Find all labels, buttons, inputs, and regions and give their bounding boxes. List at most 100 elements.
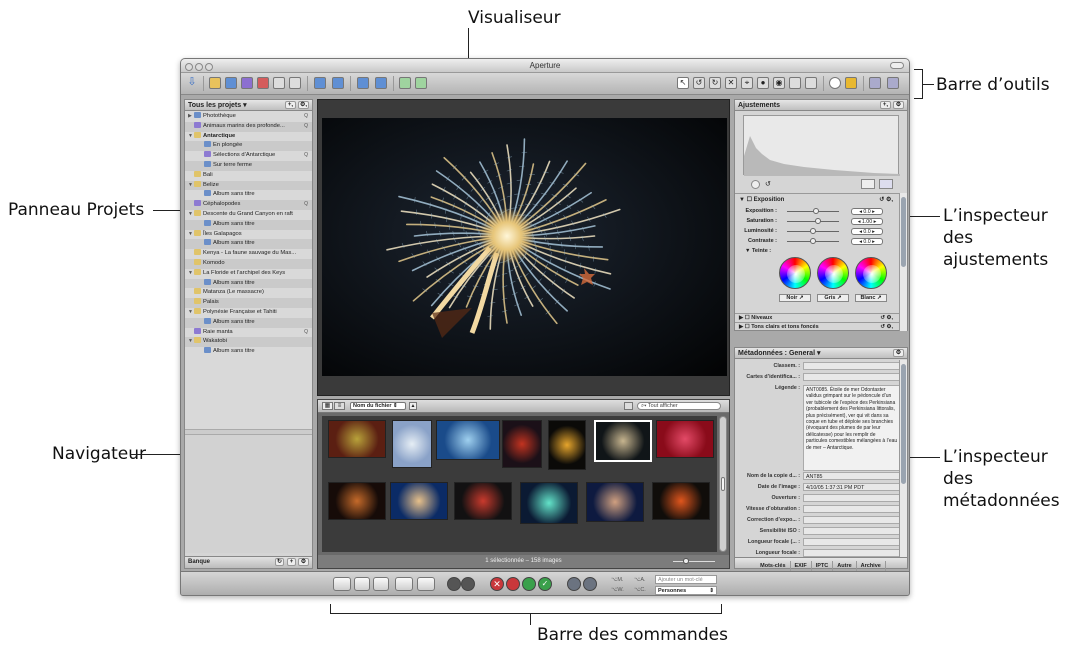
thumbnail[interactable] bbox=[548, 420, 586, 470]
shadows-gear-icon[interactable]: ↺ ⚙, bbox=[880, 323, 893, 332]
close-button[interactable] bbox=[185, 63, 193, 71]
reject-icon[interactable]: ✕ bbox=[490, 577, 504, 591]
browser-search-input[interactable]: ⌕▾ Tout afficher bbox=[637, 402, 721, 410]
project-tree-item[interactable]: Animaux marins des profonde... Q bbox=[185, 121, 312, 132]
project-tree-item[interactable]: Album sans titre bbox=[185, 278, 312, 289]
metadata-value-field[interactable] bbox=[803, 549, 903, 557]
project-tree-item[interactable]: Palais bbox=[185, 298, 312, 308]
thumbnail[interactable] bbox=[502, 420, 542, 468]
metadata-value-field[interactable] bbox=[803, 505, 903, 513]
compare-icon[interactable] bbox=[332, 77, 344, 89]
levels-section-header[interactable]: ▶ ☐ Niveaux ↺ ⚙, bbox=[735, 313, 899, 322]
loupe-icon[interactable] bbox=[829, 77, 841, 89]
adjustments-scrollbar[interactable] bbox=[899, 193, 907, 331]
exposure-section-header[interactable]: ▼ ☐ Exposition ↺ ⚙, bbox=[735, 195, 899, 205]
fullscreen-button[interactable] bbox=[395, 577, 413, 591]
project-tree-item[interactable]: Sur terre ferme bbox=[185, 160, 312, 171]
black-tint-wheel[interactable] bbox=[779, 257, 811, 289]
project-tree-item[interactable]: Raie manta Q bbox=[185, 327, 312, 338]
smart-settings-icon[interactable]: Q bbox=[304, 328, 308, 338]
thumbnail[interactable] bbox=[652, 482, 710, 520]
rotate-right-tool-icon[interactable]: ↻ bbox=[709, 77, 721, 89]
project-tree-item[interactable]: Album sans titre bbox=[185, 239, 312, 250]
smart-settings-icon[interactable]: Q bbox=[304, 151, 308, 161]
next-icon[interactable] bbox=[583, 577, 597, 591]
lift-tool-icon[interactable] bbox=[789, 77, 801, 89]
thumbnail[interactable] bbox=[392, 420, 432, 468]
thumbnail-size-knob[interactable] bbox=[683, 558, 689, 564]
add-button[interactable]: +, bbox=[285, 101, 296, 109]
stack-icon[interactable] bbox=[314, 77, 326, 89]
smart-settings-icon[interactable]: Q bbox=[304, 200, 308, 210]
toolbar-toggle-button[interactable] bbox=[890, 62, 904, 69]
new-album-icon[interactable] bbox=[225, 77, 237, 89]
project-tree-item[interactable]: Album sans titre bbox=[185, 347, 312, 357]
exposure-gear-icon[interactable]: ↺ ⚙, bbox=[879, 195, 893, 205]
project-tree-item[interactable]: ▼ Wakatobi bbox=[185, 337, 312, 348]
add-keyword-input[interactable]: Ajouter un mot-clé bbox=[655, 575, 717, 584]
metadata-value-field[interactable]: ANT85 bbox=[803, 472, 903, 480]
new-project-icon[interactable] bbox=[209, 77, 221, 89]
select-icon[interactable]: ✓ bbox=[538, 577, 552, 591]
new-light-table-icon[interactable] bbox=[273, 77, 285, 89]
rotate-left-tool-icon[interactable]: ↺ bbox=[693, 77, 705, 89]
black-eyedropper-button[interactable]: Noir ↗ bbox=[779, 294, 811, 302]
project-tree-item[interactable]: ▼ Descente du Grand Canyon en raft bbox=[185, 209, 312, 220]
project-tree-item[interactable]: Matanza (Le massacre) bbox=[185, 288, 312, 298]
grid-view-button[interactable]: ▦ bbox=[322, 402, 333, 410]
project-tree-item[interactable]: Album sans titre bbox=[185, 317, 312, 328]
vault-gear-icon[interactable]: ⚙ bbox=[298, 558, 309, 566]
thumbnail[interactable] bbox=[328, 420, 386, 458]
caption-field[interactable]: ANT0085. Étoile de mer Odontaster validu… bbox=[803, 385, 901, 471]
rotate-icon[interactable] bbox=[357, 77, 369, 89]
white-tint-wheel[interactable] bbox=[855, 257, 887, 289]
light-table-icon[interactable] bbox=[845, 77, 857, 89]
gray-tint-wheel[interactable] bbox=[817, 257, 849, 289]
white-eyedropper-button[interactable]: Blanc ↗ bbox=[855, 294, 887, 302]
thumbnail[interactable] bbox=[328, 482, 386, 520]
add-adjustment-button[interactable]: +, bbox=[880, 101, 891, 109]
rotate-right-button[interactable] bbox=[461, 577, 475, 591]
vault-add-icon[interactable]: + bbox=[287, 558, 296, 566]
adjustment-slider[interactable] bbox=[787, 228, 839, 234]
project-tree-item[interactable]: Sélections d’Antarctique Q bbox=[185, 151, 312, 161]
project-tree-item[interactable]: ▼ Polynésie Française et Tahiti bbox=[185, 307, 312, 318]
crop-tool-icon[interactable]: ⌖ bbox=[741, 77, 753, 89]
rotate-left-button[interactable] bbox=[447, 577, 461, 591]
project-tree-item[interactable]: ▶ Photothèque Q bbox=[185, 112, 312, 122]
email-icon[interactable] bbox=[399, 77, 411, 89]
thumbnail[interactable] bbox=[390, 482, 448, 520]
new-book-icon[interactable] bbox=[257, 77, 269, 89]
project-tree-item[interactable]: ▼ Belize bbox=[185, 180, 312, 191]
project-tree-item[interactable]: ▼ Antarctique bbox=[185, 131, 312, 142]
adjustment-value-field[interactable]: ◂ 0.0 ▸ bbox=[851, 228, 883, 235]
project-tree-item[interactable]: ▼ Îles Galapagos bbox=[185, 229, 312, 240]
thumbnail[interactable] bbox=[454, 482, 512, 520]
adjustments-gear-icon[interactable]: ⚙ bbox=[893, 101, 904, 109]
split-mode-button[interactable] bbox=[373, 577, 389, 591]
slider-knob[interactable] bbox=[815, 218, 822, 224]
previous-icon[interactable] bbox=[567, 577, 581, 591]
thumbnail[interactable] bbox=[436, 420, 500, 460]
sort-direction-button[interactable]: ▲ bbox=[409, 402, 417, 410]
auto-levels-icon[interactable] bbox=[861, 179, 875, 189]
thumbnail[interactable] bbox=[586, 482, 644, 522]
metadata-scroll-thumb[interactable] bbox=[901, 364, 906, 484]
metadata-value-field[interactable] bbox=[803, 373, 903, 381]
list-view-button[interactable]: ≡ bbox=[334, 402, 345, 410]
thumbnail-size-slider[interactable] bbox=[673, 561, 715, 562]
stamp-tool-icon[interactable] bbox=[805, 77, 817, 89]
selection-tool-icon[interactable]: ↖ bbox=[677, 77, 689, 89]
sort-dropdown[interactable]: Nom du fichier ⇕ bbox=[350, 402, 406, 410]
adjustment-slider[interactable] bbox=[787, 238, 839, 244]
adjustment-slider[interactable] bbox=[787, 208, 839, 214]
minimize-button[interactable] bbox=[195, 63, 203, 71]
browser-scrollbar[interactable] bbox=[719, 416, 727, 552]
viewer-mode-button[interactable] bbox=[333, 577, 351, 591]
browser-mode-button[interactable] bbox=[354, 577, 370, 591]
thumbnail[interactable] bbox=[520, 482, 578, 524]
flip-icon[interactable] bbox=[375, 77, 387, 89]
gear-icon[interactable]: ⚙, bbox=[298, 101, 309, 109]
adjustment-slider[interactable] bbox=[787, 218, 839, 224]
histogram-options-icon[interactable] bbox=[751, 180, 760, 189]
